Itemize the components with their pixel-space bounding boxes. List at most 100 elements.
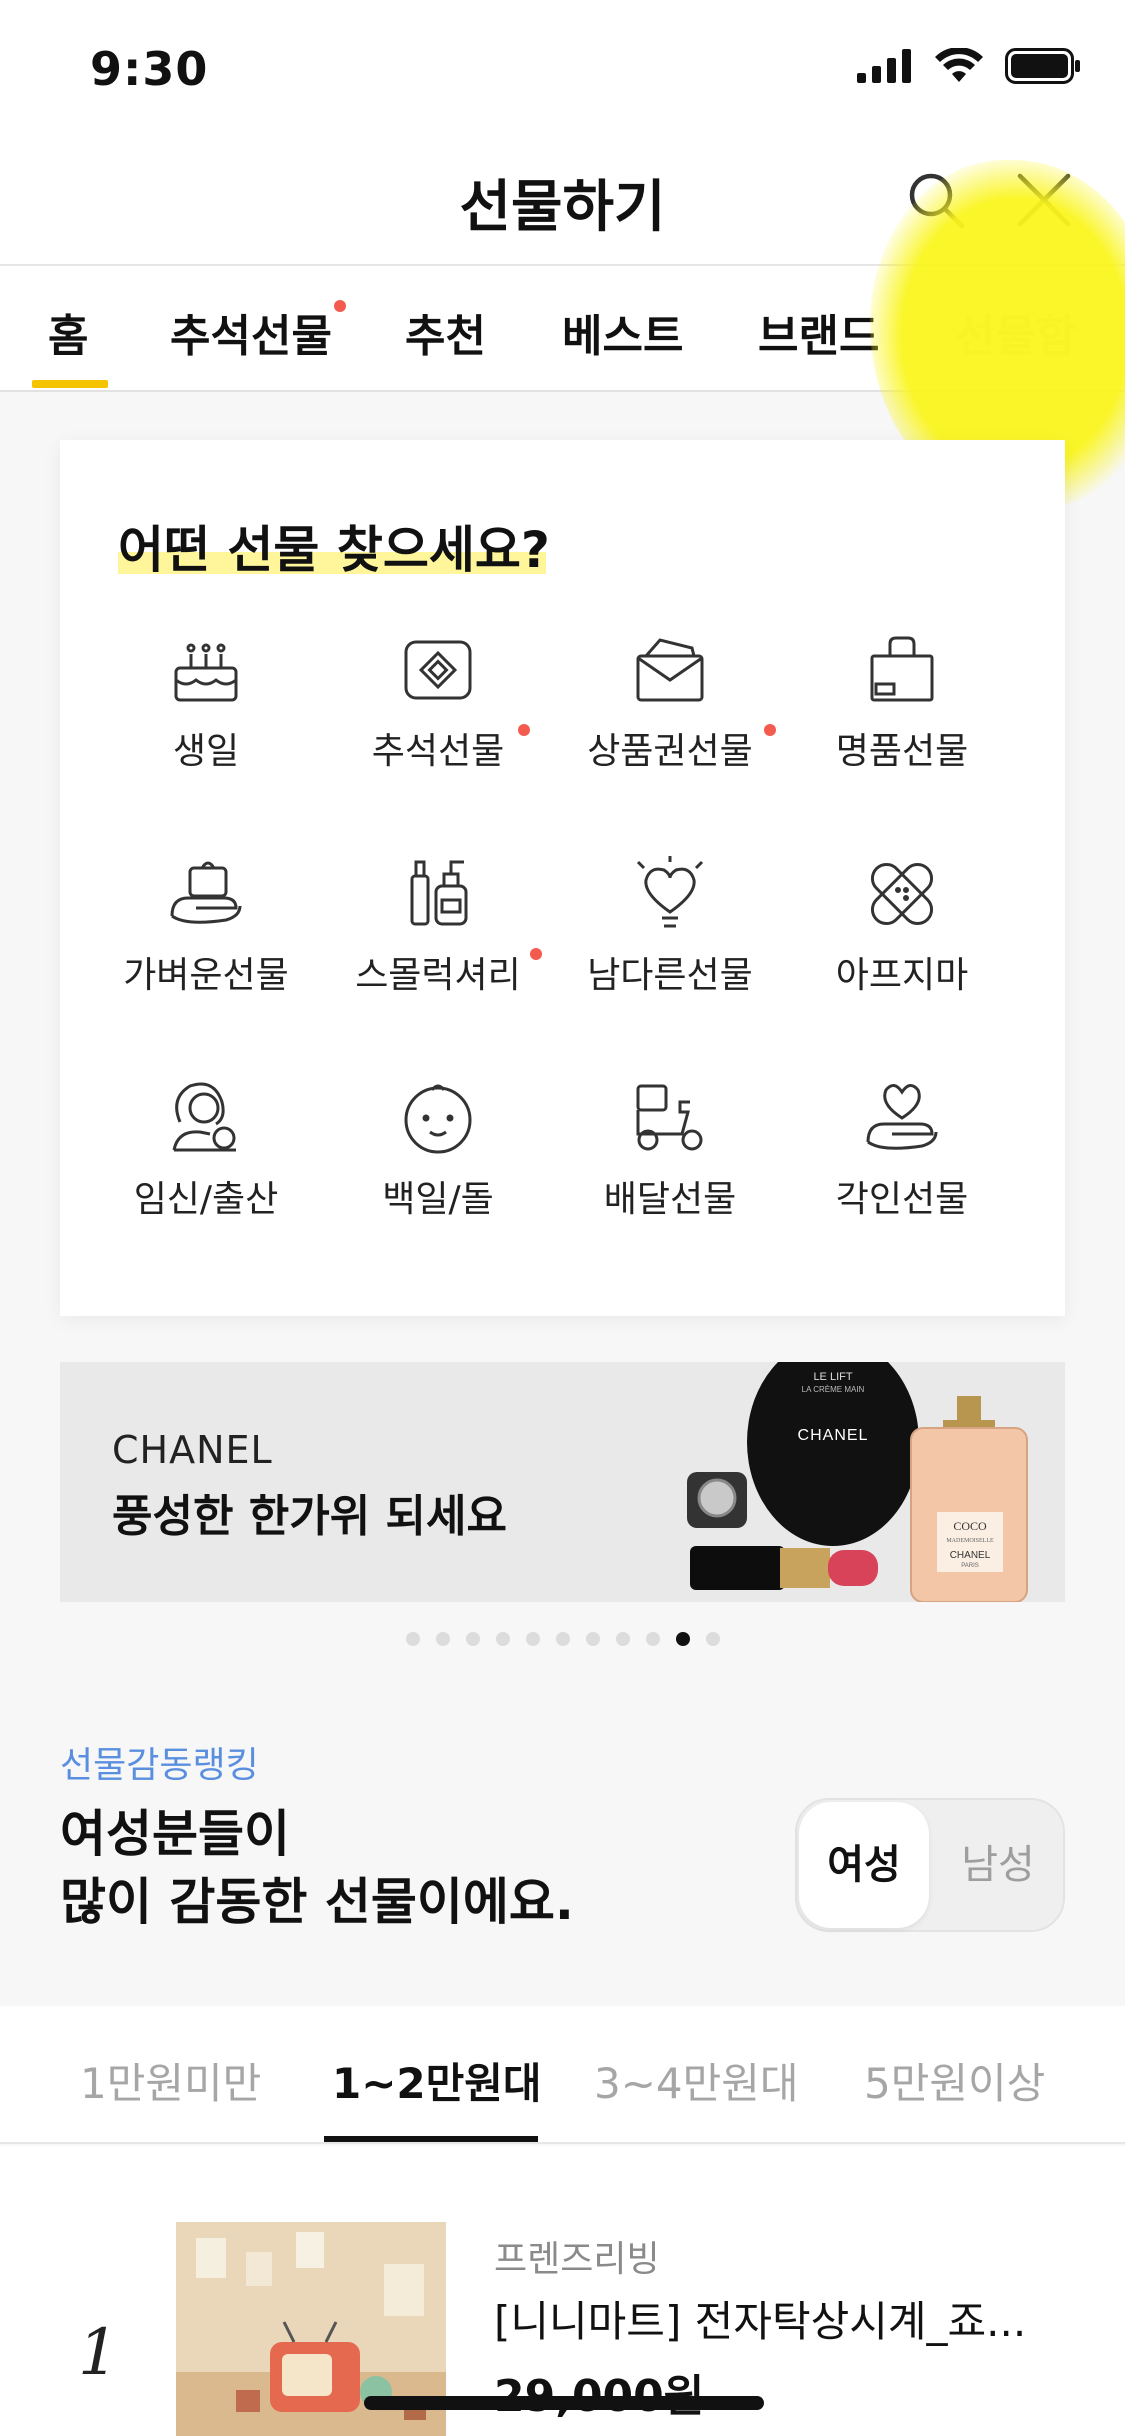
home-indicator <box>364 2396 764 2410</box>
category-item-luxury[interactable]: 명품선물 <box>786 630 1018 830</box>
category-item-light-gift[interactable]: 가벼운선물 <box>90 854 322 1054</box>
tab-recommend[interactable]: 추천 <box>405 300 486 364</box>
category-item-small-luxury[interactable]: 스몰럭셔리 <box>322 854 554 1054</box>
heart-bulb-icon <box>636 856 704 928</box>
page-dot[interactable] <box>525 1632 540 1646</box>
ranking-title: 여성분들이 많이 감동한 선물이에요. <box>60 1800 574 1936</box>
product-row[interactable]: 1 프렌즈리빙 [니니마트] 전자탁상시계_죠... 29,000원 <box>0 2146 1125 2436</box>
new-dot <box>764 724 776 736</box>
bandage-icon <box>870 862 934 926</box>
cosmetics-icon <box>410 860 468 926</box>
product-price: 29,000원 <box>494 2360 704 2424</box>
product-text: MADEMOISELLE <box>946 1538 994 1544</box>
hand-gift-icon <box>170 861 242 924</box>
hand-heart-icon <box>866 1084 938 1150</box>
price-tab-indicator <box>324 2136 538 2142</box>
price-tab-under-10k[interactable]: 1만원미만 <box>80 2050 261 2111</box>
status-bar: 9:30 <box>0 0 1125 140</box>
product-text: CHANEL <box>798 1427 869 1444</box>
product-text: LA CRÈME MAIN <box>802 1385 865 1394</box>
ranking-title-line2: 많이 감동한 선물이에요. <box>60 1873 574 1931</box>
page-dot-active[interactable] <box>675 1632 690 1646</box>
banner-title: 풍성한 한가위 되세요 <box>112 1491 507 1542</box>
mother-baby-icon <box>172 1082 236 1152</box>
ranking-title-line1: 여성분들이 <box>60 1805 290 1863</box>
ranking-label[interactable]: 선물감동랭킹 <box>60 1736 259 1788</box>
birthday-cake-icon <box>174 643 238 702</box>
delivery-scooter-icon <box>636 1084 703 1151</box>
product-text: CHANEL <box>950 1550 991 1561</box>
category-label: 배달선물 <box>603 1179 737 1220</box>
product-text: LE LIFT <box>813 1371 852 1383</box>
category-item-birthday[interactable]: 생일 <box>90 630 322 830</box>
cellular-signal-icon <box>857 49 911 83</box>
shopping-bag-icon <box>870 636 934 702</box>
page-dot[interactable] <box>495 1632 510 1646</box>
new-dot <box>518 724 530 736</box>
product-text: PARIS <box>961 1563 979 1569</box>
toggle-male[interactable]: 남성 <box>933 1802 1063 1928</box>
battery-icon <box>1005 48 1080 84</box>
price-tab-30k-40k[interactable]: 3~4만원대 <box>594 2050 799 2111</box>
banner-brand: CHANEL <box>112 1428 273 1472</box>
search-icon[interactable] <box>906 170 966 230</box>
new-dot <box>530 948 542 960</box>
chanel-products-image: LE LIFT LA CRÈME MAIN CHANEL COCO MADEMO… <box>687 1362 1028 1602</box>
gender-toggle: 여성 남성 <box>795 1798 1065 1932</box>
page-dot[interactable] <box>645 1632 660 1646</box>
category-title: 어떤 선물 찾으세요? <box>118 521 550 579</box>
status-time: 9:30 <box>90 42 209 96</box>
baby-face-icon <box>404 1084 472 1154</box>
tab-giftbox[interactable]: 선물함 <box>955 300 1076 364</box>
category-item-baby-100days[interactable]: 백일/돌 <box>322 1078 554 1278</box>
category-label: 생일 <box>172 731 240 772</box>
product-text: COCO <box>953 1519 987 1533</box>
page-dot[interactable] <box>405 1632 420 1646</box>
category-label: 백일/돌 <box>382 1179 494 1220</box>
category-item-engraving[interactable]: 각인선물 <box>786 1078 1018 1278</box>
page-dot[interactable] <box>555 1632 570 1646</box>
category-label: 아프지마 <box>835 955 969 996</box>
tab-new-dot <box>334 300 346 312</box>
category-item-delivery[interactable]: 배달선물 <box>554 1078 786 1278</box>
rank-number: 1 <box>78 2316 119 2390</box>
toggle-female[interactable]: 여성 <box>799 1802 929 1928</box>
envelope-icon <box>636 638 704 702</box>
category-label: 남다른선물 <box>587 955 753 996</box>
category-label: 상품권선물 <box>587 731 753 772</box>
app-header: 선물하기 <box>0 140 1125 266</box>
page-dot[interactable] <box>705 1632 720 1646</box>
tab-active-indicator <box>32 380 108 388</box>
tab-best[interactable]: 베스트 <box>562 300 683 364</box>
category-label: 가벼운선물 <box>123 955 289 996</box>
page-dot[interactable] <box>435 1632 450 1646</box>
tab-home[interactable]: 홈 <box>48 300 88 364</box>
price-tab-10k-20k[interactable]: 1~2만원대 <box>332 2050 542 2111</box>
category-label: 임신/출산 <box>133 1179 279 1220</box>
page-dot[interactable] <box>585 1632 600 1646</box>
wifi-icon <box>935 48 983 82</box>
gift-box-icon <box>404 640 472 700</box>
tab-bar: 홈 추석선물 추천 베스트 브랜드 선물함 <box>0 266 1125 392</box>
category-item-voucher[interactable]: 상품권선물 <box>554 630 786 830</box>
category-label: 명품선물 <box>835 731 969 772</box>
category-item-pregnancy[interactable]: 임신/출산 <box>90 1078 322 1278</box>
promo-banner[interactable]: CHANEL 풍성한 한가위 되세요 LE LIFT LA CRÈME MAIN… <box>60 1362 1065 1602</box>
tab-brand[interactable]: 브랜드 <box>758 300 879 364</box>
price-tab-over-50k[interactable]: 5만원이상 <box>864 2050 1045 2111</box>
tab-chuseok[interactable]: 추석선물 <box>170 300 332 364</box>
product-brand: 프렌즈리빙 <box>494 2239 660 2280</box>
category-item-unique[interactable]: 남다른선물 <box>554 854 786 1054</box>
status-icons <box>857 48 1081 84</box>
category-item-chuseok[interactable]: 추석선물 <box>322 630 554 830</box>
product-name[interactable]: [니니마트] 전자탁상시계_죠... <box>494 2288 1054 2349</box>
category-label: 스몰럭셔리 <box>355 955 521 996</box>
page-dot[interactable] <box>465 1632 480 1646</box>
banner-pagination <box>0 1632 1125 1646</box>
category-card: 어떤 선물 찾으세요? 생일 추석선물 상품권선물 명품선물 가벼운선물 스몰럭… <box>60 440 1065 1316</box>
close-icon[interactable] <box>1014 170 1074 230</box>
page-dot[interactable] <box>615 1632 630 1646</box>
category-item-get-well[interactable]: 아프지마 <box>786 854 1018 1054</box>
price-filter-tabs: 1만원미만 1~2만원대 3~4만원대 5만원이상 <box>0 2006 1125 2144</box>
category-label: 각인선물 <box>835 1179 969 1220</box>
